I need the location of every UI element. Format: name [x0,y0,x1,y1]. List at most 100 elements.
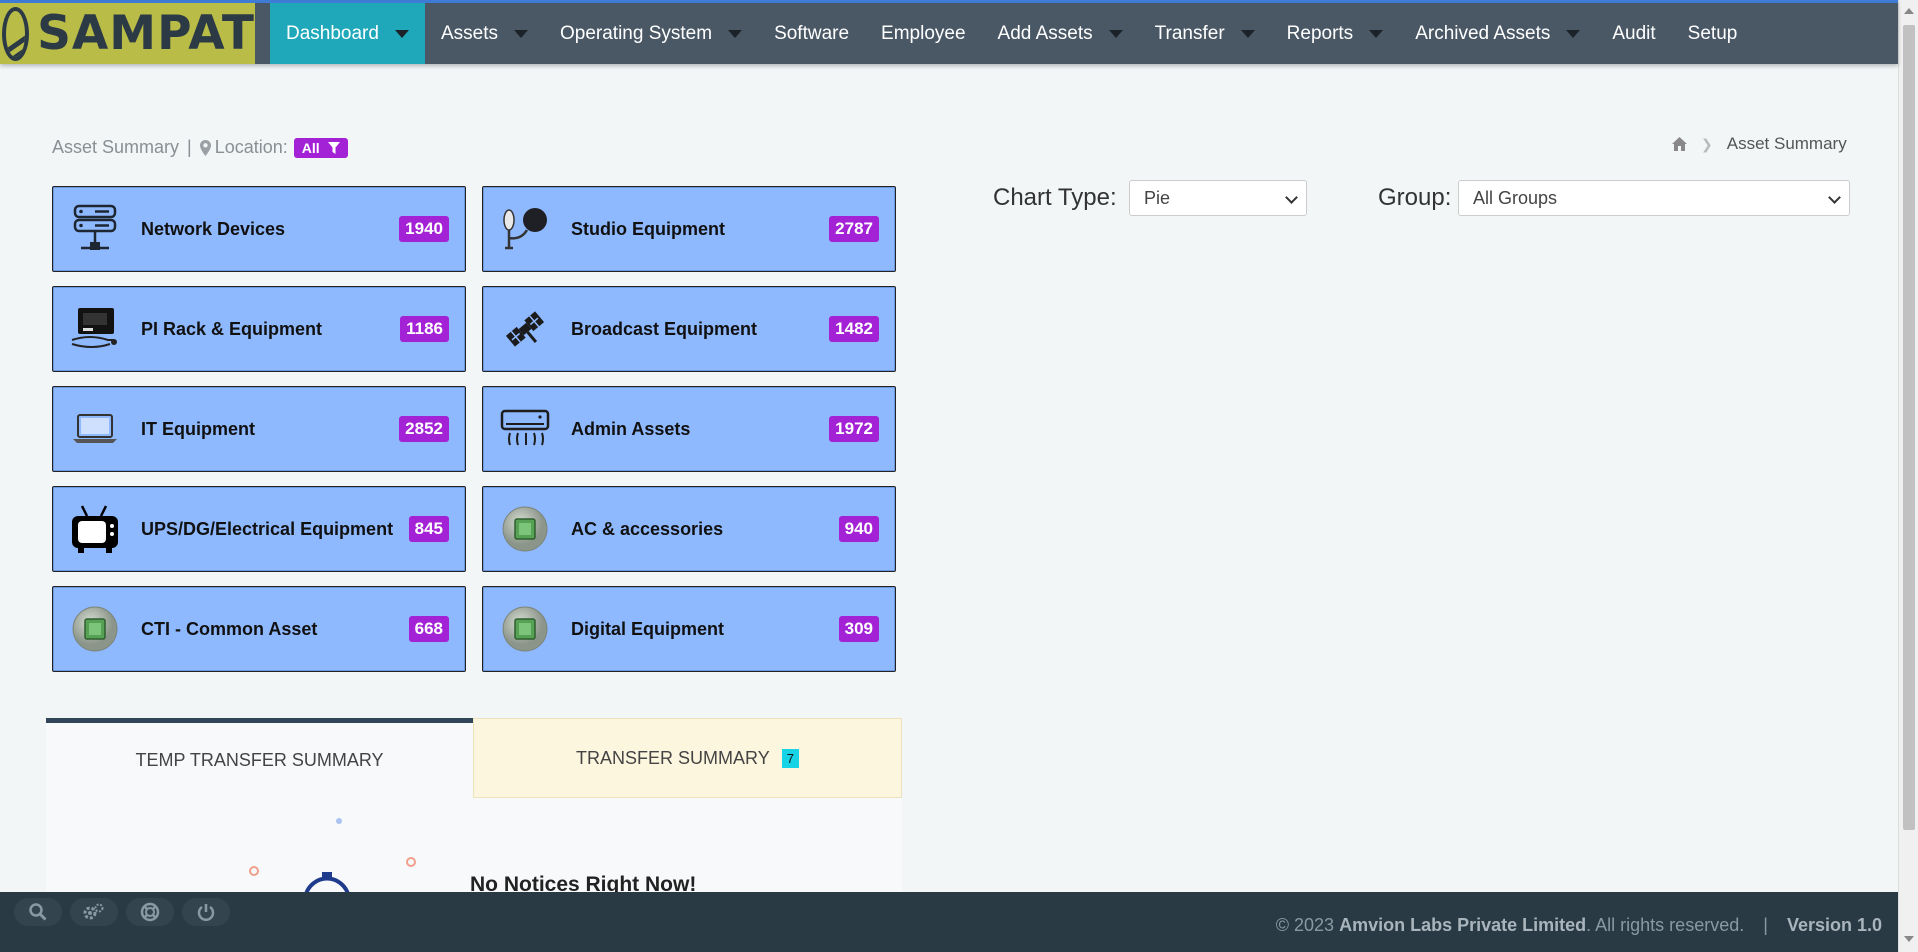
satellite-icon [497,301,553,357]
asset-card-broadcast-equipment[interactable]: Broadcast Equipment 1482 [482,286,896,372]
nav-item-label: Audit [1612,22,1656,44]
asset-count-badge: 2852 [399,416,449,442]
asset-card-label: UPS/DG/Electrical Equipment [141,518,394,539]
lifebuoy-icon[interactable] [126,898,174,926]
caret-down-icon[interactable] [1108,29,1123,38]
chevron-down-icon [1285,191,1298,204]
map-marker-icon [199,139,211,156]
nav-item-label: Archived Assets [1415,22,1551,44]
stopwatch-illustration-icon [304,872,350,894]
sampat-logo[interactable]: SAMPAT [0,3,255,64]
copyright-year: © 2023 [1275,915,1335,935]
breadcrumb: ❯ Asset Summary [1672,134,1847,154]
search-icon[interactable] [14,898,62,926]
main-nav: Dashboard Assets Operating System Software E… [270,3,1753,64]
nav-item-label: Dashboard [286,22,379,44]
asset-card-ac-accessories[interactable]: AC & accessories 940 [482,486,896,572]
asset-card-label: Studio Equipment [571,218,725,239]
settings-icon[interactable] [70,898,118,926]
server-icon [67,201,123,257]
asset-card-digital-equipment[interactable]: Digital Equipment 309 [482,586,896,672]
asset-count-badge: 1972 [829,416,879,442]
nav-item-label: Assets [440,22,498,44]
nav-item-label: Software [774,22,850,44]
scrollbar-thumb[interactable] [1903,25,1915,830]
asset-card-studio-equipment[interactable]: Studio Equipment 2787 [482,186,896,272]
nav-item-archived-assets[interactable]: Archived Assets [1399,3,1596,64]
asset-count-badge: 845 [408,516,449,542]
decorative-dot [406,857,416,867]
asset-card-cti-common-asset[interactable]: CTI - Common Asset 668 [52,586,466,672]
nav-item-label: Setup [1687,22,1738,44]
asset-card-ups-dg-electrical-equipment[interactable]: UPS/DG/Electrical Equipment 845 [52,486,466,572]
nav-item-label: Reports [1286,22,1354,44]
nav-item-transfer[interactable]: Transfer [1139,3,1271,64]
nav-item-label: Operating System [559,22,713,44]
caret-down-icon[interactable] [513,29,528,38]
nav-item-audit[interactable]: Audit [1596,3,1671,64]
nav-item-label: Transfer [1154,22,1225,44]
caret-down-icon[interactable] [394,29,409,38]
nav-item-dashboard[interactable]: Dashboard [270,3,425,64]
asset-card-label: CTI - Common Asset [141,618,318,639]
vertical-scrollbar[interactable] [1898,0,1918,952]
asset-card-pi-rack-equipment[interactable]: PI Rack & Equipment 1186 [52,286,466,372]
tv-icon [67,501,123,557]
caret-down-icon[interactable] [1566,29,1581,38]
chevron-down-icon [1828,191,1841,204]
chip-icon [67,601,123,657]
tab-transfer-summary[interactable]: TRANSFER SUMMARY 7 [473,718,902,798]
scroll-down-arrow-icon[interactable] [1904,936,1914,942]
power-icon[interactable] [182,898,230,926]
version-label: Version 1.0 [1786,915,1882,935]
location-filter-value: All [301,139,320,156]
company-name[interactable]: Amvion Labs Private Limited [1339,915,1586,935]
asset-count-badge: 1186 [400,316,449,342]
asset-card-network-devices[interactable]: Network Devices 1940 [52,186,466,272]
nav-item-employee[interactable]: Employee [865,3,982,64]
nav-item-label: Employee [881,22,966,44]
scroll-up-arrow-icon[interactable] [1904,8,1914,14]
group-select[interactable]: All Groups [1458,180,1850,216]
nav-item-operating-system[interactable]: Operating System [544,3,758,64]
asset-count-badge: 1482 [829,316,879,342]
asset-count-badge: 1940 [399,216,449,242]
nav-item-assets[interactable]: Assets [425,3,544,64]
chip-icon [497,601,553,657]
asset-count-badge: 668 [408,616,449,642]
laptop-icon [67,401,123,457]
chart-type-label: Chart Type: [993,184,1117,211]
copyright-text: © 2023 Amvion Labs Private Limited. All … [1276,915,1882,936]
asset-card-admin-assets[interactable]: Admin Assets 1972 [482,386,896,472]
top-navbar: SAMPAT Dashboard Assets Operating System So… [0,0,1898,64]
chart-type-select[interactable]: Pie [1129,180,1307,216]
nav-item-software[interactable]: Software [758,3,865,64]
location-filter-button[interactable]: All [293,137,348,158]
breadcrumb-chevron-icon: ❯ [1701,135,1713,152]
decorative-dot [249,866,259,876]
filter-icon [327,141,340,154]
rack-equipment-icon [67,301,123,357]
asset-card-label: AC & accessories [571,518,724,539]
home-icon[interactable] [1672,137,1687,151]
logo-mark-icon [2,6,30,61]
asset-card-it-equipment[interactable]: IT Equipment 2852 [52,386,466,472]
caret-down-icon[interactable] [1240,29,1255,38]
microphone-icon [497,201,553,257]
caret-down-icon[interactable] [728,29,743,38]
asset-card-label: Digital Equipment [571,618,724,639]
tab-label: TEMP TRANSFER SUMMARY [135,750,384,770]
nav-item-setup[interactable]: Setup [1672,3,1754,64]
caret-down-icon[interactable] [1369,29,1384,38]
tab-temp-transfer-summary[interactable]: TEMP TRANSFER SUMMARY [46,718,473,798]
page-title: Asset Summary [52,137,180,157]
asset-card-label: Admin Assets [571,418,691,439]
footer-toolbar [14,898,230,926]
tab-label: TRANSFER SUMMARY [576,747,770,768]
decorative-dot [336,818,342,824]
transfer-count-badge: 7 [781,748,799,768]
nav-item-add-assets[interactable]: Add Assets [982,3,1139,64]
logo-text: SAMPAT [37,6,255,61]
nav-item-reports[interactable]: Reports [1271,3,1400,64]
asset-count-badge: 940 [838,516,879,542]
